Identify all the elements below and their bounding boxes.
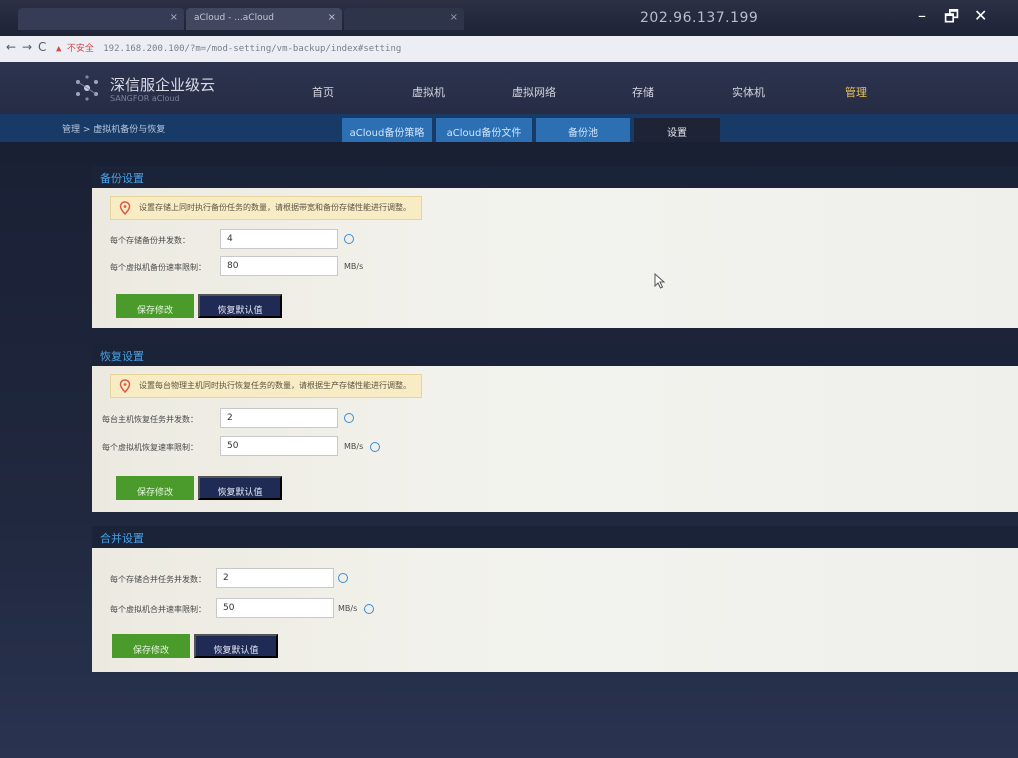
info-icon[interactable] (344, 234, 354, 244)
backup-reset-defaults-button[interactable]: 恢复默认值 (198, 294, 282, 318)
settings-content: 备份设置 设置存储上同时执行备份任务的数量，请根据带宽和备份存储性能进行调整。 … (0, 142, 1018, 758)
close-tab-icon[interactable]: × (450, 12, 458, 23)
sub-navbar: 管理 > 虚拟机备份与恢复 aCloud备份策略 aCloud备份文件 备份池 … (0, 114, 1018, 142)
restore-icon[interactable]: 🗗 (944, 6, 959, 33)
merge-rate-limit-label: 每个虚拟机合并速率限制： (110, 605, 206, 614)
tab-label: aCloud备份策略 (349, 128, 425, 139)
sangfor-logo-icon (76, 75, 98, 101)
merge-rate-unit: MB/s (338, 604, 358, 613)
brand-name: 深信服企业级云 (110, 76, 216, 94)
nav-virtual-network[interactable]: 虚拟网络 (512, 84, 556, 100)
url-text: 192.168.200.100/?m=/mod-setting/vm-backu… (103, 44, 402, 54)
merge-rate-limit-input[interactable] (216, 598, 334, 618)
browser-tab-1[interactable]: × (18, 8, 184, 30)
merge-save-button[interactable]: 保存修改 (112, 634, 190, 658)
info-icon[interactable] (344, 413, 354, 423)
backup-section-title: 备份设置 (100, 172, 144, 185)
back-icon[interactable]: ← (6, 40, 16, 54)
restore-reset-defaults-button[interactable]: 恢复默认值 (198, 476, 282, 500)
merge-settings-panel: 每个存储合并任务并发数： 每个虚拟机合并速率限制： MB/s 保存修改 恢复默认… (92, 548, 1018, 672)
backup-rate-limit-input[interactable] (220, 256, 338, 276)
restore-concurrency-label: 每台主机恢复任务并发数： (102, 415, 198, 424)
minimize-icon[interactable]: – (918, 6, 926, 25)
merge-concurrency-label: 每个存储合并任务并发数： (110, 575, 206, 584)
backup-settings-panel: 设置存储上同时执行备份任务的数量，请根据带宽和备份存储性能进行调整。 每个存储备… (92, 188, 1018, 328)
nav-home[interactable]: 首页 (312, 84, 334, 100)
restore-rate-limit-label: 每个虚拟机恢复速率限制： (102, 443, 198, 452)
reload-icon[interactable]: C (38, 40, 46, 54)
nav-vm[interactable]: 虚拟机 (412, 84, 445, 100)
restore-rate-unit: MB/s (344, 442, 364, 451)
browser-addressbar: ← → C ▲ 不安全 192.168.200.100/?m=/mod-sett… (0, 36, 1018, 62)
restore-settings-panel: 设置每台物理主机同时执行恢复任务的数量，请根据生产存储性能进行调整。 每台主机恢… (92, 366, 1018, 512)
forward-icon[interactable]: → (22, 40, 32, 54)
tab-label: 备份池 (568, 128, 598, 139)
browser-tab-2[interactable]: aCloud - ...aCloud × (186, 8, 342, 30)
merge-reset-defaults-button[interactable]: 恢复默认值 (194, 634, 278, 658)
tab-backup-policy[interactable]: aCloud备份策略 (342, 118, 432, 142)
close-tab-icon[interactable]: × (170, 12, 178, 23)
mouse-cursor-icon (654, 273, 666, 289)
backup-rate-limit-label: 每个虚拟机备份速率限制： (110, 263, 206, 272)
close-tab-icon[interactable]: × (328, 12, 336, 23)
backup-notice: 设置存储上同时执行备份任务的数量，请根据带宽和备份存储性能进行调整。 (110, 196, 422, 220)
tab-backup-files[interactable]: aCloud备份文件 (436, 118, 532, 142)
app-header: 深信服企业级云 SANGFOR aCloud 首页 虚拟机 虚拟网络 存储 实体… (0, 62, 1018, 114)
restore-save-button[interactable]: 保存修改 (116, 476, 194, 500)
nav-storage[interactable]: 存储 (632, 84, 654, 100)
tab-backup-pool[interactable]: 备份池 (536, 118, 630, 142)
info-icon[interactable] (370, 442, 380, 452)
merge-section-title: 合并设置 (100, 532, 144, 545)
backup-concurrency-label: 每个存储备份并发数： (110, 236, 190, 245)
restore-section-header: 恢复设置 (92, 344, 1018, 366)
remote-session-ip: 202.96.137.199 (640, 10, 759, 26)
backup-rate-unit: MB/s (344, 262, 364, 271)
backup-save-button[interactable]: 保存修改 (116, 294, 194, 318)
browser-tab-3[interactable]: × (344, 8, 464, 30)
warning-pin-icon (119, 201, 131, 215)
warning-pin-icon (119, 379, 131, 393)
tab-label: 设置 (667, 128, 687, 139)
tab-settings[interactable]: 设置 (634, 118, 720, 142)
nav-physical-host[interactable]: 实体机 (732, 84, 765, 100)
breadcrumb: 管理 > 虚拟机备份与恢复 (62, 125, 166, 135)
close-window-icon[interactable]: ✕ (974, 6, 987, 25)
brand-subtitle: SANGFOR aCloud (110, 94, 180, 103)
nav-manage[interactable]: 管理 (845, 84, 867, 100)
security-warning-label: ▲ 不安全 (56, 44, 94, 54)
remote-desktop-screen: × aCloud - ...aCloud × × 202.96.137.199 … (0, 0, 1018, 758)
merge-concurrency-input[interactable] (216, 568, 334, 588)
restore-notice: 设置每台物理主机同时执行恢复任务的数量，请根据生产存储性能进行调整。 (110, 374, 422, 398)
merge-section-header: 合并设置 (92, 526, 1018, 548)
notice-text: 设置存储上同时执行备份任务的数量，请根据带宽和备份存储性能进行调整。 (139, 203, 411, 212)
backup-concurrency-input[interactable] (220, 229, 338, 249)
tab-label: aCloud - ...aCloud (194, 13, 274, 23)
browser-titlebar: × aCloud - ...aCloud × × 202.96.137.199 … (0, 0, 1018, 36)
restore-section-title: 恢复设置 (100, 350, 144, 363)
tab-label: aCloud备份文件 (446, 128, 522, 139)
restore-concurrency-input[interactable] (220, 408, 338, 428)
url-field[interactable]: ▲ 不安全 192.168.200.100/?m=/mod-setting/vm… (56, 41, 401, 54)
info-icon[interactable] (338, 573, 348, 583)
info-icon[interactable] (364, 604, 374, 614)
restore-rate-limit-input[interactable] (220, 436, 338, 456)
backup-section-header: 备份设置 (92, 166, 1018, 188)
notice-text: 设置每台物理主机同时执行恢复任务的数量，请根据生产存储性能进行调整。 (139, 381, 411, 390)
